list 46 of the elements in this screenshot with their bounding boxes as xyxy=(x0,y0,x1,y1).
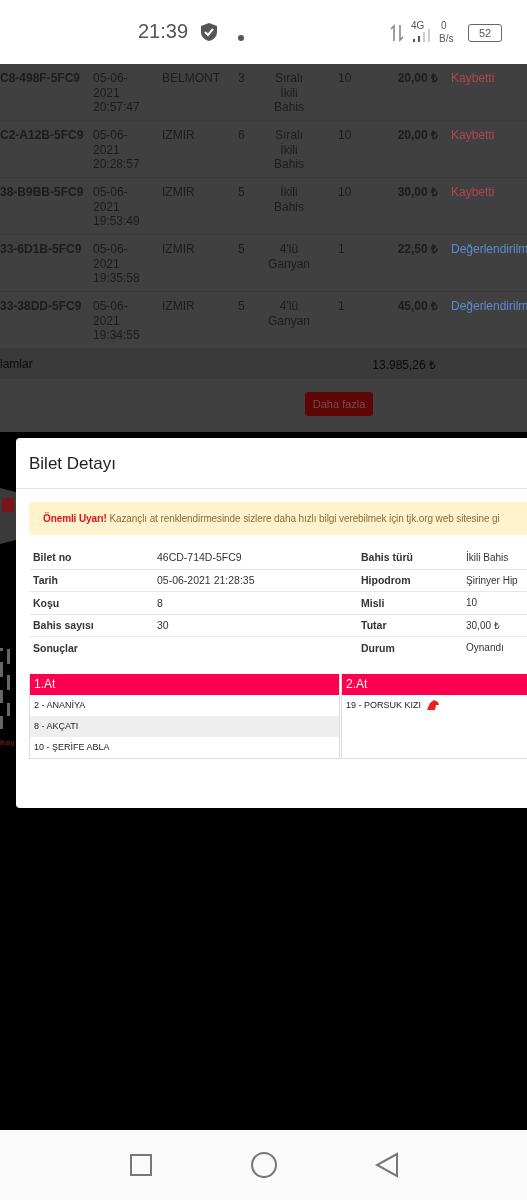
horse-row-text: 10 - ŞERİFE ABLA xyxy=(33,741,111,754)
recent-apps-icon[interactable] xyxy=(128,1153,153,1177)
detail-value: 10 xyxy=(466,597,479,609)
logo-icon xyxy=(0,488,16,544)
detail-value: 30,00 ₺ xyxy=(466,619,501,633)
bet-status: Kaybetti xyxy=(450,128,496,144)
detail-label: Koşu xyxy=(32,596,61,609)
back-icon[interactable] xyxy=(374,1152,399,1178)
bet-status: Kaybetti xyxy=(450,185,496,201)
detail-label: Misli xyxy=(360,596,386,609)
more-button[interactable]: Daha fazla xyxy=(305,392,373,416)
network-type: 4G xyxy=(411,20,425,31)
detail-value: 8 xyxy=(157,596,164,609)
detail-label: Bahis sayısı xyxy=(32,619,95,632)
shield-check-icon xyxy=(200,22,218,42)
result-column-header: 1.At xyxy=(30,673,339,695)
speed-unit: B/s xyxy=(439,33,454,44)
speed-value: 0 xyxy=(441,20,447,31)
home-icon[interactable] xyxy=(249,1151,278,1179)
result-column-header: 2.At xyxy=(342,673,527,695)
detail-label: Durum xyxy=(360,641,396,654)
detail-value: 30 xyxy=(157,619,170,632)
data-arrows-icon xyxy=(390,24,404,42)
warning-message: Önemli Uyarı! Kazançlı at renklendirmesinde sizlere daha hızlı bilgi verebilmek için tjk.org web sitesine gi xyxy=(29,502,527,535)
detail-value: 46CD-714D-5FC9 xyxy=(157,551,243,564)
bet-status: Kaybetti xyxy=(450,71,496,87)
bet-status: Değerlendirilm xyxy=(450,242,527,258)
detail-label: Bilet no xyxy=(32,551,73,564)
dialog-title: Bilet Detayı xyxy=(16,438,527,489)
detail-value: 05-06-2021 21:28:35 xyxy=(157,574,256,587)
horse-row-text: 2 - ANANİYA xyxy=(33,699,87,712)
notification-dot-icon xyxy=(237,34,245,42)
battery-level: 52 xyxy=(478,27,492,39)
detail-label: Tutar xyxy=(360,619,388,632)
horse-head-icon xyxy=(426,699,441,711)
detail-value: Oynandı xyxy=(466,642,505,654)
detail-label: Sonuçlar xyxy=(32,641,79,654)
clock-time: 21:39 xyxy=(138,20,189,43)
detail-value: Şirinyer Hip xyxy=(466,574,519,586)
detail-value: İkili Bahis xyxy=(466,551,510,563)
background-text: Kay xyxy=(0,738,15,747)
detail-label: Hipodrom xyxy=(360,574,412,587)
bet-status: Değerlendirilm xyxy=(450,299,527,315)
horse-row: 8 - AKÇATI xyxy=(30,715,339,737)
detail-label: Tarih xyxy=(32,574,59,587)
detail-label: Bahis türü xyxy=(360,551,414,564)
